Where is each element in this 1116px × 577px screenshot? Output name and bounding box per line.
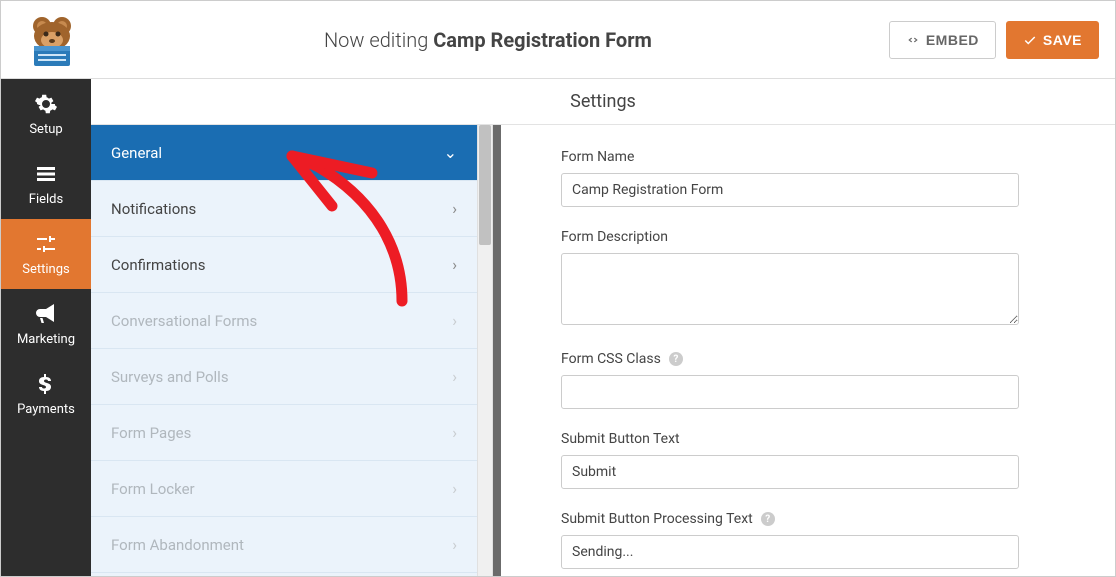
list-icon (34, 162, 58, 186)
nav-settings[interactable]: Settings (1, 219, 91, 289)
nav-marketing[interactable]: Marketing (1, 289, 91, 359)
submit-text-input[interactable] (561, 455, 1019, 489)
chevron-down-icon: ⌄ (444, 143, 457, 162)
help-icon[interactable]: ? (669, 352, 683, 366)
sub-item-conversational-forms[interactable]: Conversational Forms › (91, 293, 477, 349)
submit-processing-label: Submit Button Processing Text (561, 511, 753, 527)
sub-item-label: Surveys and Polls (111, 368, 229, 386)
logo (17, 12, 87, 68)
chevron-right-icon: › (452, 423, 457, 442)
nav-settings-label: Settings (22, 262, 69, 277)
sub-item-general[interactable]: General ⌄ (91, 125, 477, 181)
form-desc-label: Form Description (561, 229, 1019, 245)
topbar-actions: EMBED SAVE (889, 21, 1099, 59)
panel-divider (493, 125, 501, 576)
chevron-right-icon: › (452, 255, 457, 274)
form-name-input[interactable] (561, 173, 1019, 207)
top-bar: Now editing Camp Registration Form EMBED… (1, 1, 1115, 79)
sub-item-label: Conversational Forms (111, 312, 257, 330)
nav-setup[interactable]: Setup (1, 79, 91, 149)
sub-item-label: Form Abandonment (111, 536, 244, 554)
help-icon[interactable]: ? (761, 512, 775, 526)
sub-item-form-pages[interactable]: Form Pages › (91, 405, 477, 461)
dollar-icon (34, 372, 58, 396)
sub-item-label: General (111, 144, 162, 162)
form-css-label: Form CSS Class (561, 351, 661, 367)
editing-title: Now editing Camp Registration Form (87, 28, 889, 52)
gear-icon (34, 92, 58, 116)
settings-content: Form Name Form Description Form CSS Clas… (501, 125, 1115, 576)
nav-fields[interactable]: Fields (1, 149, 91, 219)
form-name-label: Form Name (561, 149, 1019, 165)
nav-payments[interactable]: Payments (1, 359, 91, 429)
sub-item-form-locker[interactable]: Form Locker › (91, 461, 477, 517)
settings-panel-title: Settings (91, 79, 1115, 125)
sub-item-label: Form Locker (111, 480, 195, 498)
embed-button-label: EMBED (926, 32, 979, 48)
settings-subpanel: General ⌄ Notifications › Confirmations … (91, 125, 477, 576)
nav-setup-label: Setup (29, 122, 62, 137)
check-icon (1023, 33, 1037, 47)
save-button-label: SAVE (1043, 32, 1082, 48)
sub-item-surveys-polls[interactable]: Surveys and Polls › (91, 349, 477, 405)
sliders-icon (34, 232, 58, 256)
form-css-input[interactable] (561, 375, 1019, 409)
left-nav: Setup Fields Settings Marketing Payments (1, 79, 91, 576)
save-button[interactable]: SAVE (1006, 21, 1099, 59)
wpforms-logo-icon (24, 12, 80, 68)
scrollbar-thumb[interactable] (479, 125, 491, 245)
chevron-right-icon: › (452, 479, 457, 498)
nav-fields-label: Fields (29, 192, 63, 207)
code-icon (906, 33, 920, 47)
settings-subpanel-container: General ⌄ Notifications › Confirmations … (91, 125, 501, 576)
form-desc-textarea[interactable] (561, 253, 1019, 325)
sub-item-label: Confirmations (111, 256, 205, 274)
submit-text-label: Submit Button Text (561, 431, 1019, 447)
bullhorn-icon (34, 302, 58, 326)
subpanel-scrollbar[interactable] (477, 125, 493, 576)
chevron-right-icon: › (452, 311, 457, 330)
sub-item-form-abandonment[interactable]: Form Abandonment › (91, 517, 477, 573)
chevron-right-icon: › (452, 535, 457, 554)
sub-item-label: Form Pages (111, 424, 191, 442)
sub-item-label: Notifications (111, 200, 196, 218)
sub-item-notifications[interactable]: Notifications › (91, 181, 477, 237)
sub-item-confirmations[interactable]: Confirmations › (91, 237, 477, 293)
nav-payments-label: Payments (17, 402, 75, 417)
editing-prefix: Now editing (324, 28, 433, 52)
submit-processing-input[interactable] (561, 535, 1019, 569)
embed-button[interactable]: EMBED (889, 21, 996, 59)
chevron-right-icon: › (452, 199, 457, 218)
nav-marketing-label: Marketing (17, 332, 75, 347)
form-title: Camp Registration Form (433, 28, 652, 52)
chevron-right-icon: › (452, 367, 457, 386)
